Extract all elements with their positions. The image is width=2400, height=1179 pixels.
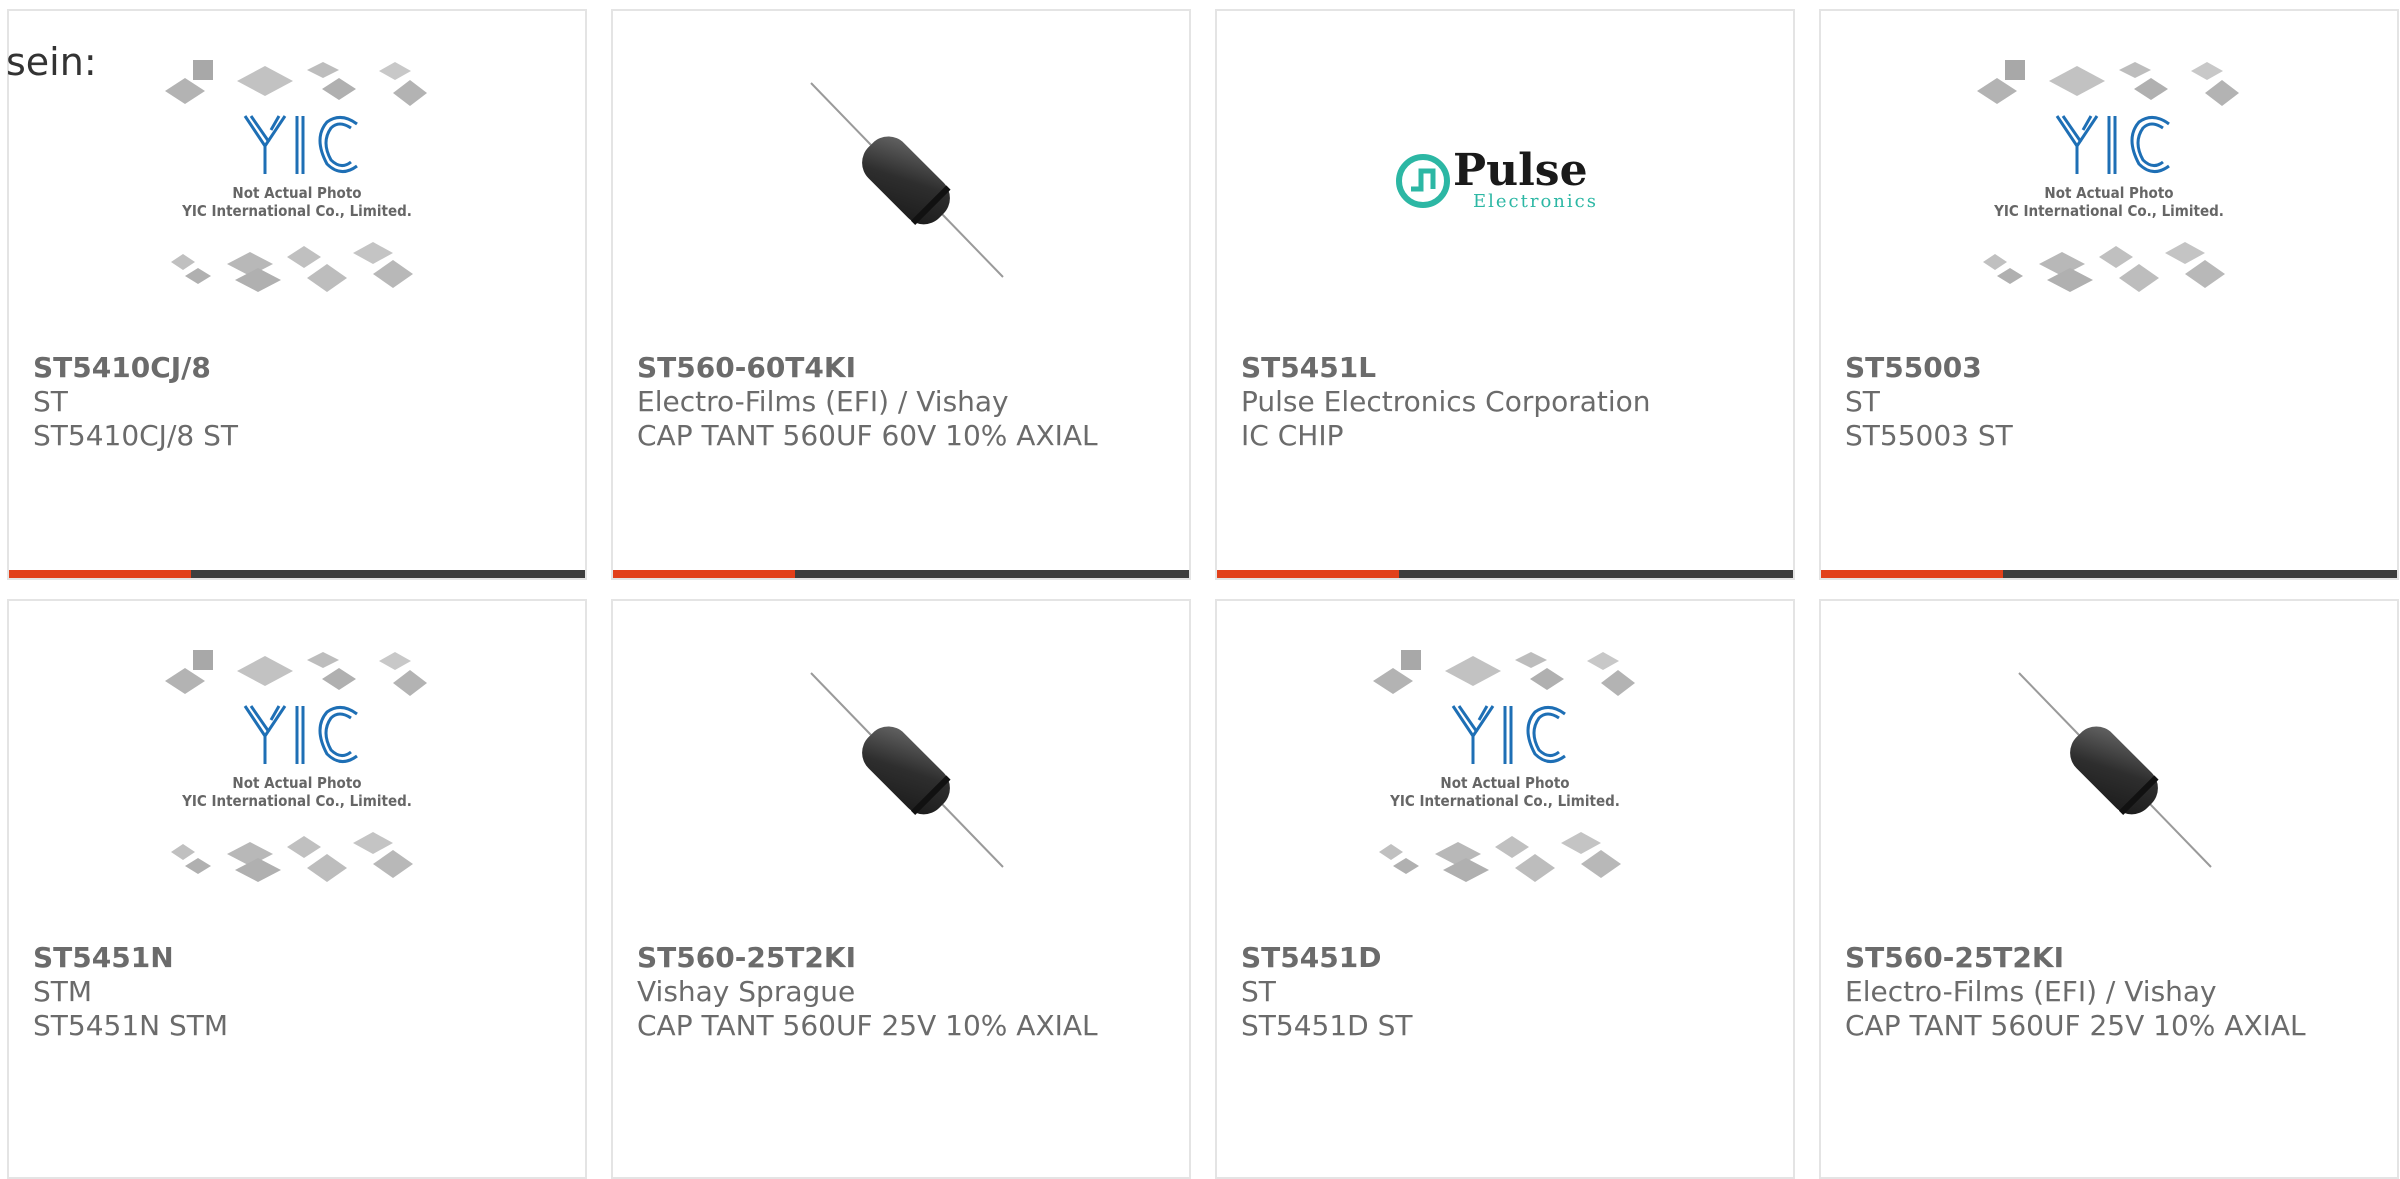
manufacturer: Electro-Films (EFI) / Vishay xyxy=(1845,975,2217,1008)
product-card[interactable]: Not Actual Photo YIC International Co., … xyxy=(7,599,587,1179)
part-number-link[interactable]: ST5410CJ/8 xyxy=(33,351,575,385)
svg-text:Not Actual Photo: Not Actual Photo xyxy=(232,184,361,202)
part-number-link[interactable]: ST55003 xyxy=(1845,351,2387,385)
description: CAP TANT 560UF 25V 10% AXIAL xyxy=(1845,1009,2306,1042)
svg-text:YIC International Co., Limited: YIC International Co., Limited. xyxy=(1993,202,2224,220)
card-bottom-bar xyxy=(9,570,585,578)
description: ST5451D ST xyxy=(1241,1009,1413,1042)
description: CAP TANT 560UF 25V 10% AXIAL xyxy=(637,1009,1098,1042)
product-image-placeholder[interactable]: Not Actual Photo YIC International Co., … xyxy=(1821,11,2397,351)
yic-placeholder-icon: Not Actual Photo YIC International Co., … xyxy=(165,60,427,292)
manufacturer: Vishay Sprague xyxy=(637,975,856,1008)
description: CAP TANT 560UF 60V 10% AXIAL xyxy=(637,419,1098,452)
manufacturer: Electro-Films (EFI) / Vishay xyxy=(637,385,1009,418)
axial-capacitor-icon xyxy=(810,672,1004,868)
product-image-capacitor[interactable] xyxy=(613,601,1189,941)
product-image-capacitor[interactable] xyxy=(1821,601,2397,941)
yic-placeholder-icon: Not Actual Photo YIC International Co., … xyxy=(1977,60,2239,292)
product-card[interactable]: ST560-60T4KI Electro-Films (EFI) / Visha… xyxy=(611,9,1191,580)
svg-text:Not Actual Photo: Not Actual Photo xyxy=(232,774,361,792)
description: IC CHIP xyxy=(1241,419,1344,452)
product-image-placeholder[interactable]: Not Actual Photo YIC International Co., … xyxy=(1217,601,1793,941)
product-card[interactable]: Not Actual Photo YIC International Co., … xyxy=(1215,599,1795,1179)
part-number-link[interactable]: ST560-25T2KI xyxy=(1845,941,2387,975)
product-card[interactable]: ST560-25T2KI Electro-Films (EFI) / Visha… xyxy=(1819,599,2399,1179)
svg-text:Pulse: Pulse xyxy=(1453,145,1588,196)
product-image-pulse-logo[interactable]: Pulse Electronics xyxy=(1217,11,1793,351)
yic-placeholder-icon: Not Actual Photo YIC International Co., … xyxy=(165,650,427,882)
svg-text:Not Actual Photo: Not Actual Photo xyxy=(1440,774,1569,792)
product-image-placeholder[interactable]: Not Actual Photo YIC International Co., … xyxy=(9,601,585,941)
intro-text: sein: xyxy=(6,40,97,84)
description: ST5410CJ/8 ST xyxy=(33,419,238,452)
card-bottom-bar xyxy=(613,570,1189,578)
svg-text:Electronics: Electronics xyxy=(1473,191,1598,212)
yic-placeholder-icon: Not Actual Photo YIC International Co., … xyxy=(1373,650,1635,882)
product-card[interactable]: Not Actual Photo YIC International Co., … xyxy=(7,9,587,580)
product-card[interactable]: Pulse Electronics ST5451L Pulse Electron… xyxy=(1215,9,1795,580)
card-bottom-bar xyxy=(1821,570,2397,578)
svg-text:YIC International Co., Limited: YIC International Co., Limited. xyxy=(181,202,412,220)
part-number-link[interactable]: ST5451D xyxy=(1241,941,1783,975)
pulse-electronics-logo: Pulse Electronics xyxy=(1396,145,1598,212)
manufacturer: ST xyxy=(1845,385,1880,418)
svg-text:Not Actual Photo: Not Actual Photo xyxy=(2044,184,2173,202)
axial-capacitor-icon xyxy=(810,82,1004,278)
axial-capacitor-icon xyxy=(2018,672,2212,868)
svg-text:YIC International Co., Limited: YIC International Co., Limited. xyxy=(1389,792,1620,810)
card-bottom-bar xyxy=(1217,570,1793,578)
product-card[interactable]: ST560-25T2KI Vishay Sprague CAP TANT 560… xyxy=(611,599,1191,1179)
manufacturer: Pulse Electronics Corporation xyxy=(1241,385,1651,418)
svg-text:YIC International Co., Limited: YIC International Co., Limited. xyxy=(181,792,412,810)
product-image-capacitor[interactable] xyxy=(613,11,1189,351)
part-number-link[interactable]: ST560-25T2KI xyxy=(637,941,1179,975)
description: ST5451N STM xyxy=(33,1009,229,1042)
manufacturer: ST xyxy=(33,385,68,418)
manufacturer: ST xyxy=(1241,975,1276,1008)
description: ST55003 ST xyxy=(1845,419,2013,452)
part-number-link[interactable]: ST5451N xyxy=(33,941,575,975)
part-number-link[interactable]: ST560-60T4KI xyxy=(637,351,1179,385)
manufacturer: STM xyxy=(33,975,93,1008)
product-card[interactable]: Not Actual Photo YIC International Co., … xyxy=(1819,9,2399,580)
part-number-link[interactable]: ST5451L xyxy=(1241,351,1783,385)
